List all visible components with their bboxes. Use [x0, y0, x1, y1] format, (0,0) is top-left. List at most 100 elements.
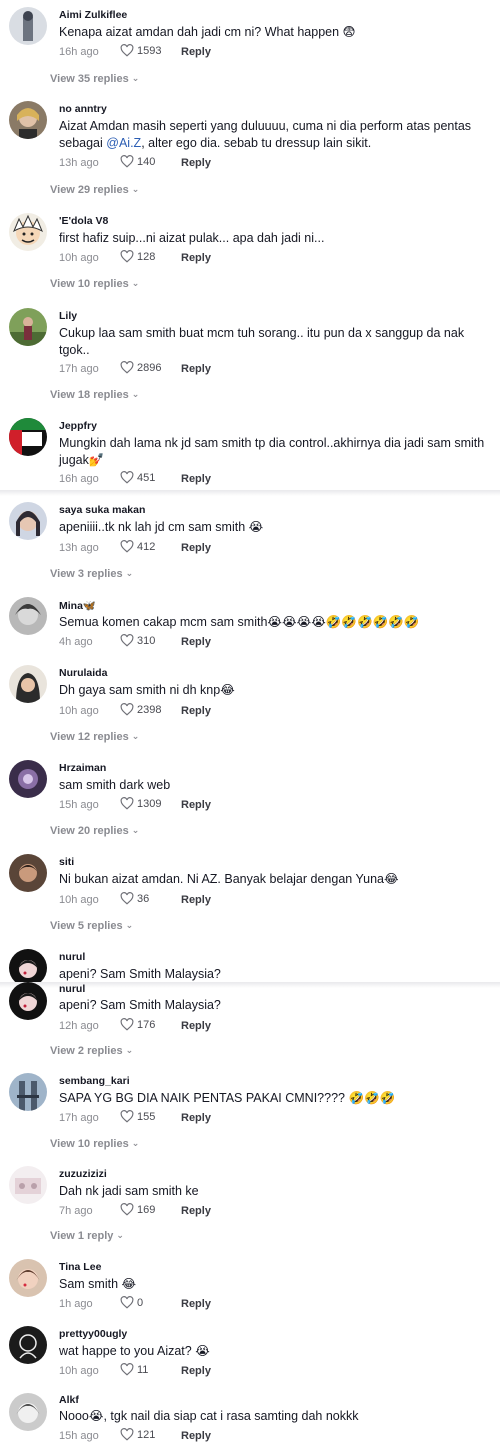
- reply-button[interactable]: Reply: [181, 157, 211, 169]
- avatar[interactable]: [9, 854, 47, 892]
- like-button[interactable]: 36: [120, 892, 149, 905]
- heart-outline-icon[interactable]: [120, 44, 134, 57]
- view-replies-button[interactable]: View 29 replies ⌄: [50, 184, 139, 196]
- heart-outline-icon[interactable]: [120, 155, 134, 168]
- avatar[interactable]: [9, 1393, 47, 1431]
- heart-outline-icon[interactable]: [120, 361, 134, 374]
- avatar[interactable]: [9, 502, 47, 540]
- reply-button[interactable]: Reply: [181, 473, 211, 485]
- avatar[interactable]: [9, 7, 47, 45]
- reply-button[interactable]: Reply: [181, 1020, 211, 1032]
- username[interactable]: zuzuzizizi: [59, 1168, 107, 1180]
- like-button[interactable]: 169: [120, 1203, 155, 1216]
- username[interactable]: siti: [59, 856, 74, 868]
- view-replies-button[interactable]: View 1 reply ⌄: [50, 1230, 124, 1242]
- username[interactable]: nurul: [59, 983, 85, 995]
- timestamp: 15h ago: [59, 1430, 99, 1442]
- username[interactable]: Alkf: [59, 1394, 79, 1406]
- reply-button[interactable]: Reply: [181, 705, 211, 717]
- timestamp: 16h ago: [59, 473, 99, 485]
- avatar[interactable]: [9, 1326, 47, 1364]
- like-button[interactable]: 2896: [120, 361, 161, 374]
- view-replies-button[interactable]: View 20 replies ⌄: [50, 825, 139, 837]
- avatar[interactable]: [9, 760, 47, 798]
- comment-text: apeni? Sam Smith Malaysia?: [59, 998, 221, 1012]
- reply-button[interactable]: Reply: [181, 799, 211, 811]
- mention-link[interactable]: @Ai.Z: [106, 136, 141, 150]
- username[interactable]: nurul: [59, 951, 85, 963]
- view-replies-button[interactable]: View 10 replies ⌄: [50, 1138, 139, 1150]
- heart-outline-icon[interactable]: [120, 1203, 134, 1216]
- like-button[interactable]: 1309: [120, 797, 161, 810]
- like-count: 451: [137, 471, 156, 484]
- view-replies-button[interactable]: View 5 replies ⌄: [50, 920, 133, 932]
- heart-outline-icon[interactable]: [120, 471, 134, 484]
- heart-outline-icon[interactable]: [120, 1363, 134, 1376]
- reply-button[interactable]: Reply: [181, 636, 211, 648]
- username[interactable]: Jeppfry: [59, 420, 97, 432]
- heart-outline-icon[interactable]: [120, 1428, 134, 1441]
- view-replies-button[interactable]: View 35 replies ⌄: [50, 73, 139, 85]
- heart-outline-icon[interactable]: [120, 540, 134, 553]
- reply-button[interactable]: Reply: [181, 1298, 211, 1310]
- timestamp: 16h ago: [59, 46, 99, 58]
- reply-button[interactable]: Reply: [181, 1430, 211, 1442]
- username[interactable]: saya suka makan: [59, 504, 145, 516]
- like-button[interactable]: 11: [120, 1363, 148, 1376]
- reply-button[interactable]: Reply: [181, 542, 211, 554]
- view-replies-button[interactable]: View 10 replies ⌄: [50, 278, 139, 290]
- username[interactable]: Hrzaiman: [59, 762, 106, 774]
- comment-text: Kenapa aizat amdan dah jadi cm ni? What …: [59, 25, 356, 39]
- heart-outline-icon[interactable]: [120, 634, 134, 647]
- view-replies-button[interactable]: View 2 replies ⌄: [50, 1045, 133, 1057]
- avatar[interactable]: [9, 665, 47, 703]
- avatar[interactable]: [9, 1166, 47, 1204]
- username[interactable]: prettyy00ugly: [59, 1328, 127, 1340]
- reply-button[interactable]: Reply: [181, 363, 211, 375]
- avatar[interactable]: [9, 101, 47, 139]
- username[interactable]: Nurulaida: [59, 667, 107, 679]
- avatar[interactable]: [9, 418, 47, 456]
- view-replies-button[interactable]: View 12 replies ⌄: [50, 731, 139, 743]
- avatar[interactable]: [9, 1073, 47, 1111]
- reply-button[interactable]: Reply: [181, 1112, 211, 1124]
- like-button[interactable]: 2398: [120, 703, 161, 716]
- reply-button[interactable]: Reply: [181, 1205, 211, 1217]
- like-button[interactable]: 0: [120, 1296, 143, 1309]
- username[interactable]: sembang_kari: [59, 1075, 130, 1087]
- reply-button[interactable]: Reply: [181, 1365, 211, 1377]
- heart-outline-icon[interactable]: [120, 797, 134, 810]
- like-button[interactable]: 1593: [120, 44, 161, 57]
- reply-button[interactable]: Reply: [181, 46, 211, 58]
- like-button[interactable]: 176: [120, 1018, 155, 1031]
- avatar[interactable]: [9, 213, 47, 251]
- reply-button[interactable]: Reply: [181, 252, 211, 264]
- heart-outline-icon[interactable]: [120, 1110, 134, 1123]
- username[interactable]: no anntry: [59, 103, 107, 115]
- heart-outline-icon[interactable]: [120, 1296, 134, 1309]
- like-button[interactable]: 128: [120, 250, 155, 263]
- like-button[interactable]: 310: [120, 634, 155, 647]
- avatar[interactable]: [9, 1259, 47, 1297]
- view-replies-button[interactable]: View 3 replies ⌄: [50, 568, 133, 580]
- like-button[interactable]: 140: [120, 155, 155, 168]
- like-button[interactable]: 451: [120, 471, 155, 484]
- view-replies-button[interactable]: View 18 replies ⌄: [50, 389, 139, 401]
- heart-outline-icon[interactable]: [120, 703, 134, 716]
- username[interactable]: Mina🦋: [59, 599, 96, 612]
- like-button[interactable]: 412: [120, 540, 155, 553]
- timestamp: 15h ago: [59, 799, 99, 811]
- avatar[interactable]: [9, 308, 47, 346]
- like-button[interactable]: 121: [120, 1428, 155, 1441]
- avatar[interactable]: [9, 597, 47, 635]
- reply-button[interactable]: Reply: [181, 894, 211, 906]
- heart-outline-icon[interactable]: [120, 1018, 134, 1031]
- avatar[interactable]: [9, 982, 47, 1020]
- username[interactable]: Lily: [59, 310, 77, 322]
- heart-outline-icon[interactable]: [120, 892, 134, 905]
- heart-outline-icon[interactable]: [120, 250, 134, 263]
- username[interactable]: Tina Lee: [59, 1261, 101, 1273]
- username[interactable]: Aimi Zulkiflee: [59, 9, 127, 21]
- username[interactable]: 'E'dola V8: [59, 215, 108, 227]
- like-button[interactable]: 155: [120, 1110, 155, 1123]
